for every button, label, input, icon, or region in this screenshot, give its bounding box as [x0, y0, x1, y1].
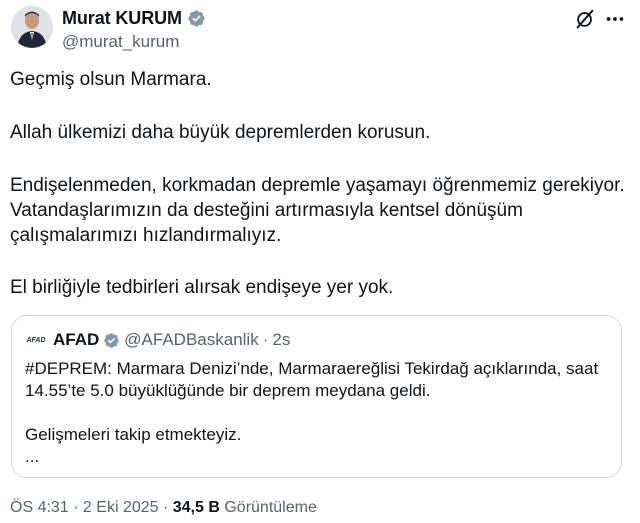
- verified-badge-icon: [188, 10, 205, 27]
- quoted-tweet-ellipsis: ...: [25, 447, 40, 466]
- tweet-time[interactable]: ÖS 4:31: [10, 499, 69, 516]
- views-label: Görüntüleme: [224, 499, 317, 516]
- quoted-tweet-line: #DEPREM: Marmara Denizi’nde, Marmaraereğ…: [25, 359, 599, 400]
- quoted-tweet-text: #DEPREM: Marmara Denizi’nde, Marmaraereğ…: [25, 358, 610, 468]
- tweet-paragraph: El birliğiyle tedbirleri alırsak endişey…: [10, 277, 394, 298]
- tweet-meta: ÖS 4:31 · 2 Eki 2025 · 34,5 B Görüntülem…: [10, 499, 317, 517]
- tweet: Murat KURUM @murat_kurum Geçmiş olsun Ma…: [0, 0, 640, 523]
- author-avatar[interactable]: [11, 6, 53, 48]
- quoted-author-handle[interactable]: @AFADBaskanlik: [124, 330, 258, 350]
- quoted-tweet[interactable]: AFAD AFAD @AFADBaskanlik · 2s #DEPREM: M…: [11, 315, 622, 478]
- quoted-tweet-line: Gelişmeleri takip etmekteyiz.: [25, 425, 242, 444]
- author-handle[interactable]: @murat_kurum: [62, 32, 179, 52]
- author-name-text: Murat KURUM: [62, 8, 182, 28]
- tweet-paragraph: Allah ülkemizi daha büyük depremlerden k…: [10, 122, 431, 143]
- author-name[interactable]: Murat KURUM: [62, 8, 206, 29]
- separator: ·: [68, 499, 83, 516]
- tweet-paragraph: Geçmiş olsun Marmara.: [10, 69, 212, 90]
- tweet-date[interactable]: 2 Eki 2025: [83, 499, 159, 516]
- grok-icon[interactable]: [574, 8, 596, 30]
- views-count: 34,5 B: [172, 499, 220, 516]
- afad-logo: AFAD: [26, 336, 46, 344]
- more-icon[interactable]: [604, 8, 626, 30]
- separator: ·: [262, 330, 269, 349]
- quoted-tweet-time[interactable]: 2s: [272, 330, 290, 350]
- quoted-tweet-header: AFAD AFAD @AFADBaskanlik · 2s: [25, 330, 290, 350]
- tweet-paragraph: Endişelenmeden, korkmadan depremle yaşam…: [10, 175, 625, 246]
- separator: ·: [158, 499, 173, 516]
- quoted-author-name[interactable]: AFAD: [53, 330, 99, 350]
- verified-badge-icon: [104, 332, 120, 348]
